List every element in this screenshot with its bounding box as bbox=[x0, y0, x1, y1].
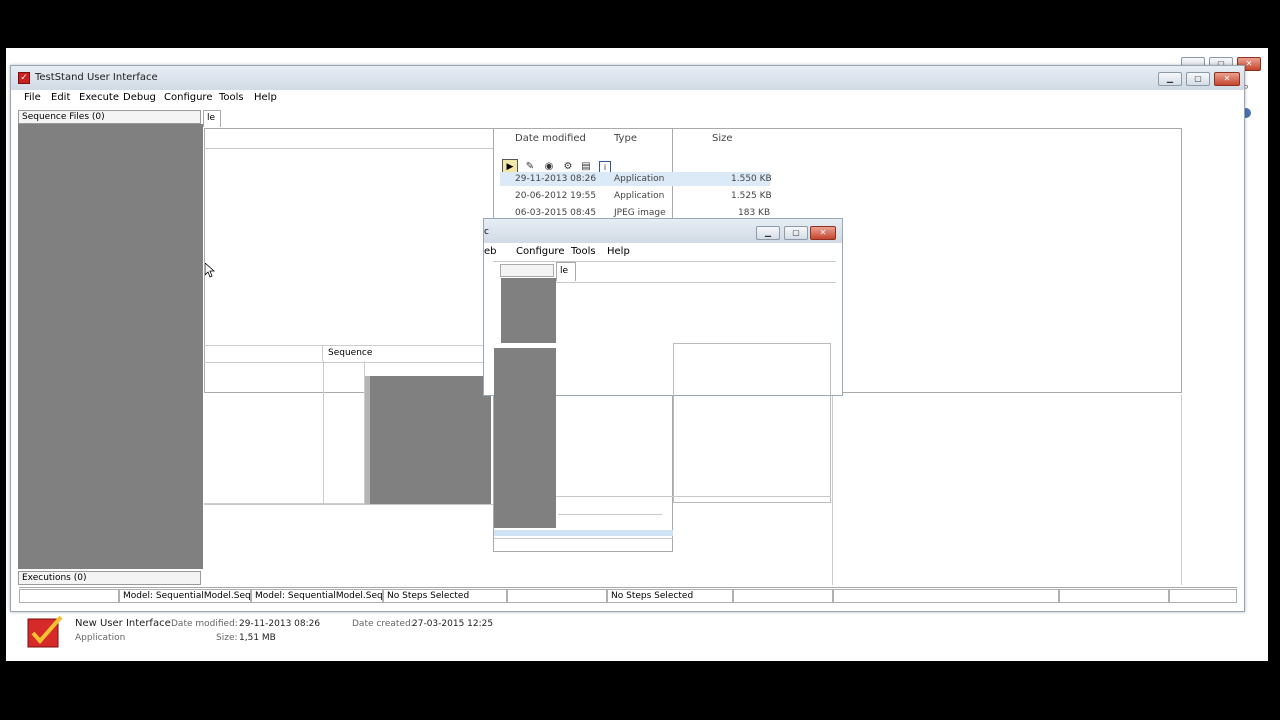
search-icon[interactable]: ⌕ bbox=[1243, 80, 1257, 94]
file-date: 20-06-2012 19:55 bbox=[515, 191, 597, 201]
sequence-files-list[interactable] bbox=[18, 124, 203, 569]
menu-debug[interactable]: Debug bbox=[123, 92, 156, 103]
steps-list[interactable] bbox=[204, 361, 324, 504]
file-type: Application bbox=[614, 174, 665, 184]
file-size: 183 KB bbox=[738, 208, 771, 218]
menu-tools[interactable]: Tools bbox=[219, 92, 244, 103]
second-document-tab[interactable]: le bbox=[556, 262, 576, 281]
status-cell bbox=[733, 589, 833, 603]
status-model-2: Model: SequentialModel.Seq bbox=[251, 589, 383, 603]
details-date-created: 27-03-2015 12:25 bbox=[412, 619, 494, 629]
file-date: 29-11-2013 08:26 bbox=[515, 174, 597, 184]
teststand-app-icon bbox=[27, 615, 63, 648]
maximize-button[interactable]: ▢ bbox=[1186, 72, 1210, 86]
teststand-check-icon: ✓ bbox=[18, 72, 30, 84]
file-date: 06-03-2015 08:45 bbox=[515, 208, 597, 218]
second-maximize-button[interactable]: ▢ bbox=[784, 226, 808, 240]
lower-right-pane bbox=[832, 395, 1182, 585]
details-date-created-label: Date created: bbox=[352, 619, 414, 629]
column-size[interactable]: Size bbox=[712, 133, 733, 144]
minimize-button[interactable]: ▁ bbox=[1158, 72, 1182, 86]
mouse-cursor bbox=[204, 262, 216, 278]
second-content-pane bbox=[673, 343, 831, 503]
divider bbox=[204, 504, 494, 505]
status-cell bbox=[507, 589, 607, 603]
divider bbox=[558, 514, 662, 515]
second-panel-header bbox=[500, 264, 554, 277]
sequence-column-header[interactable]: Sequence bbox=[322, 345, 482, 361]
file-size: 1.525 KB bbox=[731, 191, 772, 201]
details-size: 1,51 MB bbox=[239, 633, 276, 643]
second-menu-debug[interactable]: eb bbox=[484, 246, 497, 257]
details-name: New User Interface bbox=[75, 618, 171, 629]
status-steps-2: No Steps Selected bbox=[607, 589, 733, 603]
column-date-modified[interactable]: Date modified bbox=[515, 133, 586, 144]
file-type: JPEG image bbox=[614, 208, 666, 218]
second-close-button[interactable]: ✕ bbox=[810, 226, 836, 240]
status-cell bbox=[833, 589, 1059, 603]
executions-header[interactable]: Executions (0) bbox=[18, 571, 201, 585]
second-window-title: c bbox=[484, 227, 489, 237]
divider bbox=[556, 496, 673, 497]
column-type[interactable]: Type bbox=[614, 133, 637, 144]
second-gray-panel bbox=[501, 278, 556, 343]
menu-help[interactable]: Help bbox=[254, 92, 277, 103]
file-type: Application bbox=[614, 191, 665, 201]
title-bar: ✓ TestStand User Interface ▁ ▢ ✕ bbox=[11, 66, 1244, 90]
status-cell bbox=[1059, 589, 1169, 603]
file-size: 1.550 KB bbox=[731, 174, 772, 184]
status-model-1: Model: SequentialModel.Seq bbox=[119, 589, 251, 603]
divider bbox=[556, 282, 836, 283]
second-menu-help[interactable]: Help bbox=[607, 246, 630, 257]
divider bbox=[493, 261, 836, 262]
sequence-files-header[interactable]: Sequence Files (0) bbox=[18, 110, 201, 124]
second-menu-configure[interactable]: Configure bbox=[516, 246, 564, 257]
second-menu-tools[interactable]: Tools bbox=[571, 246, 596, 257]
close-button[interactable]: ✕ bbox=[1214, 72, 1240, 86]
status-cell bbox=[1169, 589, 1237, 603]
second-gray-panel-lower bbox=[494, 348, 556, 528]
details-date-modified: 29-11-2013 08:26 bbox=[239, 619, 321, 629]
ghost-gray-area bbox=[365, 376, 491, 504]
menu-execute[interactable]: Execute bbox=[79, 92, 119, 103]
divider bbox=[673, 496, 831, 497]
document-tab[interactable]: le bbox=[203, 110, 221, 127]
menu-edit[interactable]: Edit bbox=[51, 92, 70, 103]
details-date-modified-label: Date modified: bbox=[171, 619, 238, 629]
status-steps-1: No Steps Selected bbox=[383, 589, 507, 603]
menu-bar: File Edit Execute Debug Configure Tools … bbox=[11, 90, 1244, 108]
overlay-strip bbox=[494, 530, 673, 536]
menu-configure[interactable]: Configure bbox=[164, 92, 212, 103]
sequence-list[interactable] bbox=[322, 361, 365, 504]
divider bbox=[204, 148, 494, 149]
divider bbox=[494, 538, 673, 539]
window-title: TestStand User Interface bbox=[35, 72, 158, 83]
details-type: Application bbox=[75, 633, 126, 643]
second-minimize-button[interactable]: ▁ bbox=[756, 226, 780, 240]
status-bar: Model: SequentialModel.Seq Model: Sequen… bbox=[19, 587, 1237, 604]
status-cell bbox=[19, 589, 119, 603]
menu-file[interactable]: File bbox=[24, 92, 41, 103]
details-size-label: Size: bbox=[216, 633, 238, 643]
